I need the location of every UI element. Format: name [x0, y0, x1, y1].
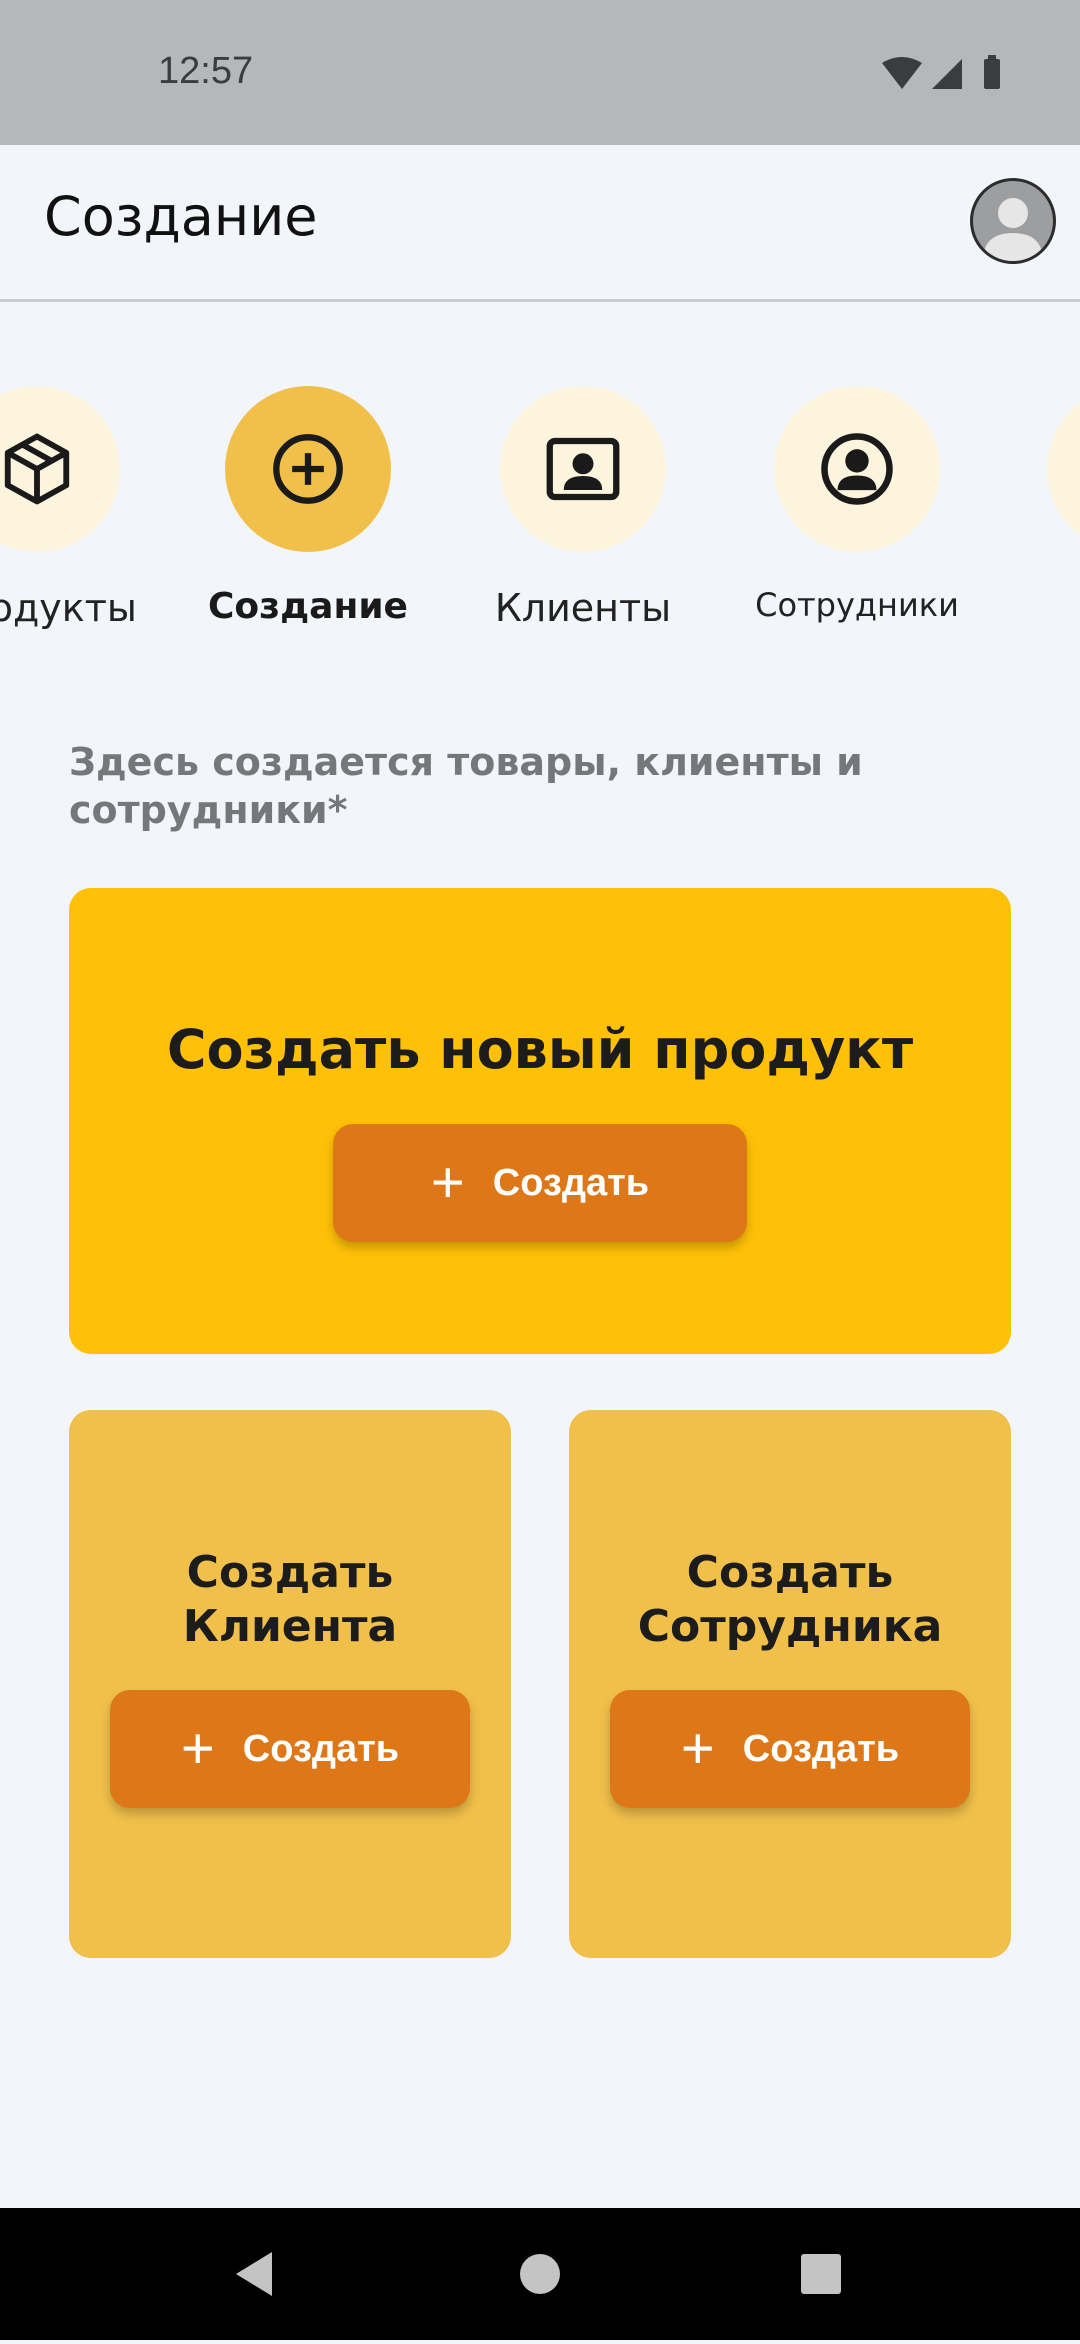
user-icon — [983, 198, 1043, 261]
card-title: Создать Сотрудника — [637, 1547, 943, 1652]
contact-card-icon — [546, 437, 620, 501]
plus-icon: + — [430, 1150, 465, 1215]
button-label: Создать — [242, 1727, 400, 1770]
recents-icon — [801, 2254, 841, 2294]
hint-text: Здесь создается товары, клиенты и сотруд… — [69, 740, 863, 832]
back-icon — [236, 2252, 272, 2296]
box-icon — [4, 433, 70, 505]
wifi-icon — [882, 57, 922, 89]
create-product-card: Создать новый продукт + Создать — [69, 888, 1011, 1354]
system-nav-bar — [0, 2208, 1080, 2340]
plus-circle-icon — [273, 434, 343, 504]
status-time: 12:57 — [158, 50, 254, 92]
status-bar: 12:57 — [0, 0, 1080, 145]
card-title: Создать Клиента — [182, 1547, 398, 1652]
category-label: Клиенты — [494, 586, 672, 630]
category-clients[interactable]: Клиенты — [463, 386, 703, 646]
plus-icon: + — [180, 1716, 215, 1781]
page-title: Создание — [44, 185, 318, 248]
category-strip[interactable]: Продукты Создание Клиенты — [0, 300, 1080, 660]
home-icon — [520, 2254, 560, 2294]
button-label: Создать — [492, 1161, 650, 1204]
create-employee-card: Создать Сотрудника + Создать — [569, 1410, 1011, 1958]
category-create[interactable]: Создание — [188, 386, 428, 646]
category-label: З — [970, 586, 1080, 630]
battery-icon — [984, 59, 1000, 89]
signal-icon — [932, 59, 962, 89]
create-client-button[interactable]: + Создать — [110, 1690, 470, 1808]
avatar[interactable] — [970, 178, 1056, 264]
plus-icon: + — [680, 1716, 715, 1781]
create-product-button[interactable]: + Создать — [333, 1124, 747, 1242]
category-employees[interactable]: Сотрудники — [737, 386, 977, 646]
app-bar: Создание — [0, 145, 1080, 302]
create-client-card: Создать Клиента + Создать — [69, 1410, 511, 1958]
button-label: Создать — [742, 1727, 900, 1770]
card-title: Создать новый продукт — [166, 1018, 914, 1081]
category-label: Сотрудники — [755, 586, 959, 624]
category-label: Создание — [208, 586, 408, 627]
person-circle-icon — [821, 433, 893, 505]
status-icons — [882, 55, 1000, 89]
create-employee-button[interactable]: + Создать — [610, 1690, 970, 1808]
category-more[interactable]: З — [1010, 386, 1080, 646]
category-products[interactable]: Продукты — [0, 386, 157, 646]
